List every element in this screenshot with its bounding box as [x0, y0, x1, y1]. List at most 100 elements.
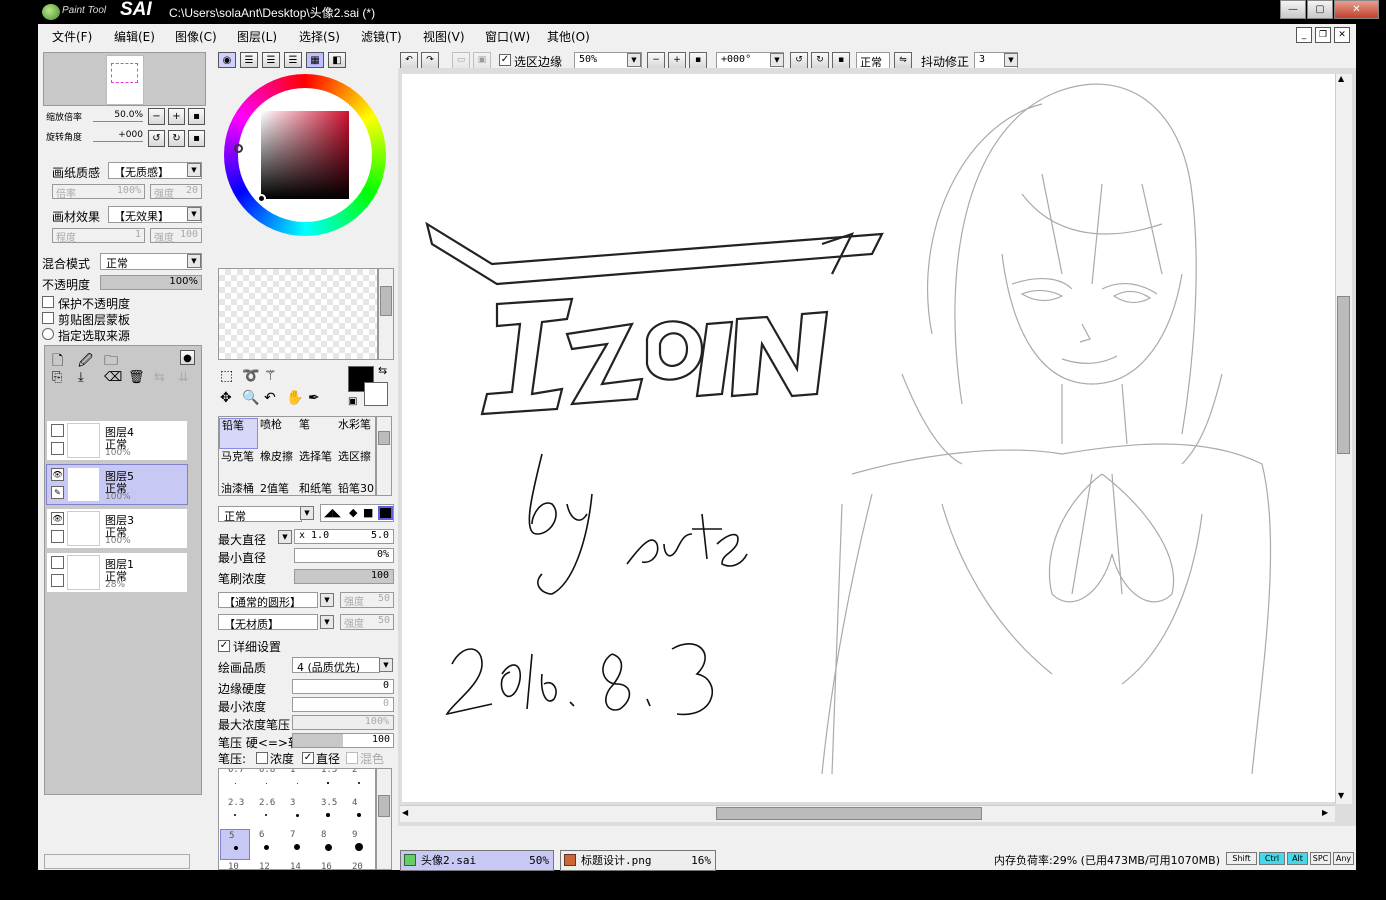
advanced-settings-checkbox[interactable]: ✓ — [218, 640, 230, 652]
magic-wand-icon[interactable]: ⚚ — [264, 368, 277, 384]
layer-item-selected[interactable]: 👁 ✎ 图层5 正常 100% — [46, 464, 188, 505]
rotate-reset-icon[interactable]: ▪ — [188, 130, 205, 147]
eye-icon[interactable] — [51, 556, 64, 569]
canvas-hscroll[interactable]: ◀ ▶ — [400, 805, 1335, 822]
chevron-down-icon[interactable]: ▼ — [320, 593, 334, 607]
zoom-out-icon[interactable]: − — [148, 108, 165, 125]
menu-select[interactable]: 选择(S) — [299, 28, 340, 45]
zoom-in-icon[interactable]: + — [168, 108, 185, 125]
brush-size-cell[interactable]: 1.5 — [313, 769, 343, 796]
brush-shape-selector[interactable]: ◢◣ ◆ ■ — [320, 504, 394, 522]
brush-size-cell[interactable]: 3 — [282, 797, 312, 828]
menu-filter[interactable]: 滤镜(T) — [361, 28, 402, 45]
brush-size-cell[interactable]: 5 — [220, 829, 250, 860]
layer-item[interactable]: 图层4 正常 100% — [46, 420, 188, 461]
zoom-reset-icon[interactable]: ▪ — [188, 108, 205, 125]
doc-tab[interactable]: 标题设计.png 16% — [560, 850, 716, 871]
background-color[interactable] — [364, 382, 388, 406]
flip-icon[interactable]: ⇋ — [894, 52, 912, 69]
undo-icon[interactable]: ↶ — [400, 52, 418, 69]
drawing-canvas[interactable] — [402, 74, 1335, 802]
pressure-density-checkbox[interactable] — [256, 752, 268, 764]
rotate-ccw-icon[interactable]: ↺ — [790, 52, 808, 69]
opacity-slider[interactable]: 100% — [100, 275, 202, 290]
vscroll-thumb[interactable] — [1337, 296, 1350, 454]
close-button[interactable]: ✕ — [1334, 0, 1379, 19]
brush-size-cell[interactable]: 2.3 — [220, 797, 250, 828]
swap-colors-icon[interactable]: ⇆ — [378, 364, 387, 377]
rect-select-icon[interactable]: ⬚ — [220, 368, 233, 384]
tool-4[interactable]: 马克笔 — [219, 450, 258, 481]
min-density-slider[interactable]: 0 — [292, 697, 394, 712]
chevron-down-icon[interactable]: ▼ — [770, 53, 784, 67]
menu-other[interactable]: 其他(O) — [547, 28, 590, 45]
brush-shape-select[interactable]: 【通常的圆形】 — [218, 592, 318, 609]
zoom-out-icon[interactable]: − — [647, 52, 665, 69]
brush-size-cell[interactable]: 16 — [313, 861, 343, 869]
move-icon[interactable]: ✥ — [220, 390, 232, 406]
menu-file[interactable]: 文件(F) — [52, 28, 92, 45]
redo-icon[interactable]: ↷ — [421, 52, 439, 69]
max-size-field[interactable]: x 1.0 5.0 — [294, 529, 394, 544]
selection-source-radio[interactable] — [42, 328, 54, 340]
doc-minimize-icon[interactable]: _ — [1296, 27, 1312, 43]
tool-2[interactable]: 笔 — [297, 418, 336, 449]
maximize-button[interactable]: ▢ — [1307, 0, 1333, 19]
chevron-down-icon[interactable]: ▼ — [320, 615, 334, 629]
menu-edit[interactable]: 编辑(E) — [114, 28, 155, 45]
tool-7[interactable]: 选区擦 — [336, 450, 375, 481]
mixer-icon[interactable]: ☰ — [284, 52, 302, 68]
brush-size-cell[interactable]: 4 — [344, 797, 374, 828]
tool-0[interactable]: 铅笔 — [219, 418, 258, 449]
rotate-cw-icon[interactable]: ↻ — [811, 52, 829, 69]
tool-5[interactable]: 橡皮擦 — [258, 450, 297, 481]
hscroll-thumb[interactable] — [716, 807, 982, 820]
selection-edge-checkbox[interactable]: ✓ — [499, 54, 511, 66]
density-slider[interactable]: 100 — [294, 569, 394, 584]
scratchpad-icon[interactable]: ◧ — [328, 52, 346, 68]
pen-icon[interactable]: ✎ — [51, 486, 64, 499]
menu-image[interactable]: 图像(C) — [175, 28, 217, 45]
protect-opacity-checkbox[interactable] — [42, 296, 54, 308]
color-wheel[interactable] — [224, 74, 386, 236]
pressure-size-checkbox[interactable]: ✓ — [302, 752, 314, 764]
chevron-down-icon[interactable]: ▼ — [300, 506, 314, 520]
brush-size-cell[interactable]: 9 — [344, 829, 374, 860]
rotate-icon[interactable]: ↶ — [264, 390, 276, 406]
min-size-field[interactable]: 0% — [294, 548, 394, 563]
zoom-reset-icon[interactable]: ▪ — [689, 52, 707, 69]
brush-texture-select[interactable]: 【无材质】 — [218, 614, 318, 631]
tool-3[interactable]: 水彩笔 — [336, 418, 375, 449]
hsv-slider-icon[interactable]: ☰ — [262, 52, 280, 68]
rotate-reset-icon[interactable]: ▪ — [832, 52, 850, 69]
delete-layer-icon[interactable]: 🗑 — [128, 370, 145, 385]
canvas-vscroll[interactable]: ▲ ▼ — [1335, 74, 1352, 804]
brush-size-cell[interactable]: 20 — [344, 861, 374, 869]
eyedropper-icon[interactable]: ✒ — [308, 390, 320, 406]
swatches-icon[interactable]: ▦ — [306, 52, 324, 68]
size-multiplier-icon[interactable]: ▼ — [278, 530, 292, 544]
brush-size-cell[interactable]: 1 — [282, 769, 312, 796]
max-pressure-slider[interactable]: 100% — [292, 715, 394, 730]
lasso-icon[interactable]: ➰ — [242, 368, 259, 384]
tool-1[interactable]: 喷枪 — [258, 418, 297, 449]
brush-size-cell[interactable]: 14 — [282, 861, 312, 869]
pressure-slider[interactable]: 100 — [292, 733, 394, 748]
chevron-down-icon[interactable]: ▼ — [1004, 53, 1018, 67]
hand-icon[interactable]: ✋ — [286, 390, 303, 406]
quality-select[interactable]: 4 (品质优先) — [292, 657, 380, 674]
layer-hscroll[interactable] — [44, 854, 190, 869]
doc-restore-icon[interactable]: ❐ — [1315, 27, 1331, 43]
edge-hardness-slider[interactable]: 0 — [292, 679, 394, 694]
menu-layer[interactable]: 图层(L) — [237, 28, 277, 45]
view-mode-select[interactable]: 正常 — [856, 52, 890, 69]
rotate-value[interactable]: +000 — [93, 130, 143, 142]
rotate-cw-icon[interactable]: ↻ — [168, 130, 185, 147]
saturation-value-square[interactable] — [261, 111, 349, 199]
layer-item[interactable]: 👁 图层3 正常 100% — [46, 508, 188, 549]
color-handle[interactable] — [257, 194, 266, 203]
clip-mask-checkbox[interactable] — [42, 312, 54, 324]
menu-window[interactable]: 窗口(W) — [485, 28, 530, 45]
chevron-down-icon[interactable]: ▼ — [187, 254, 201, 268]
lock-pen-icon[interactable] — [51, 442, 64, 455]
